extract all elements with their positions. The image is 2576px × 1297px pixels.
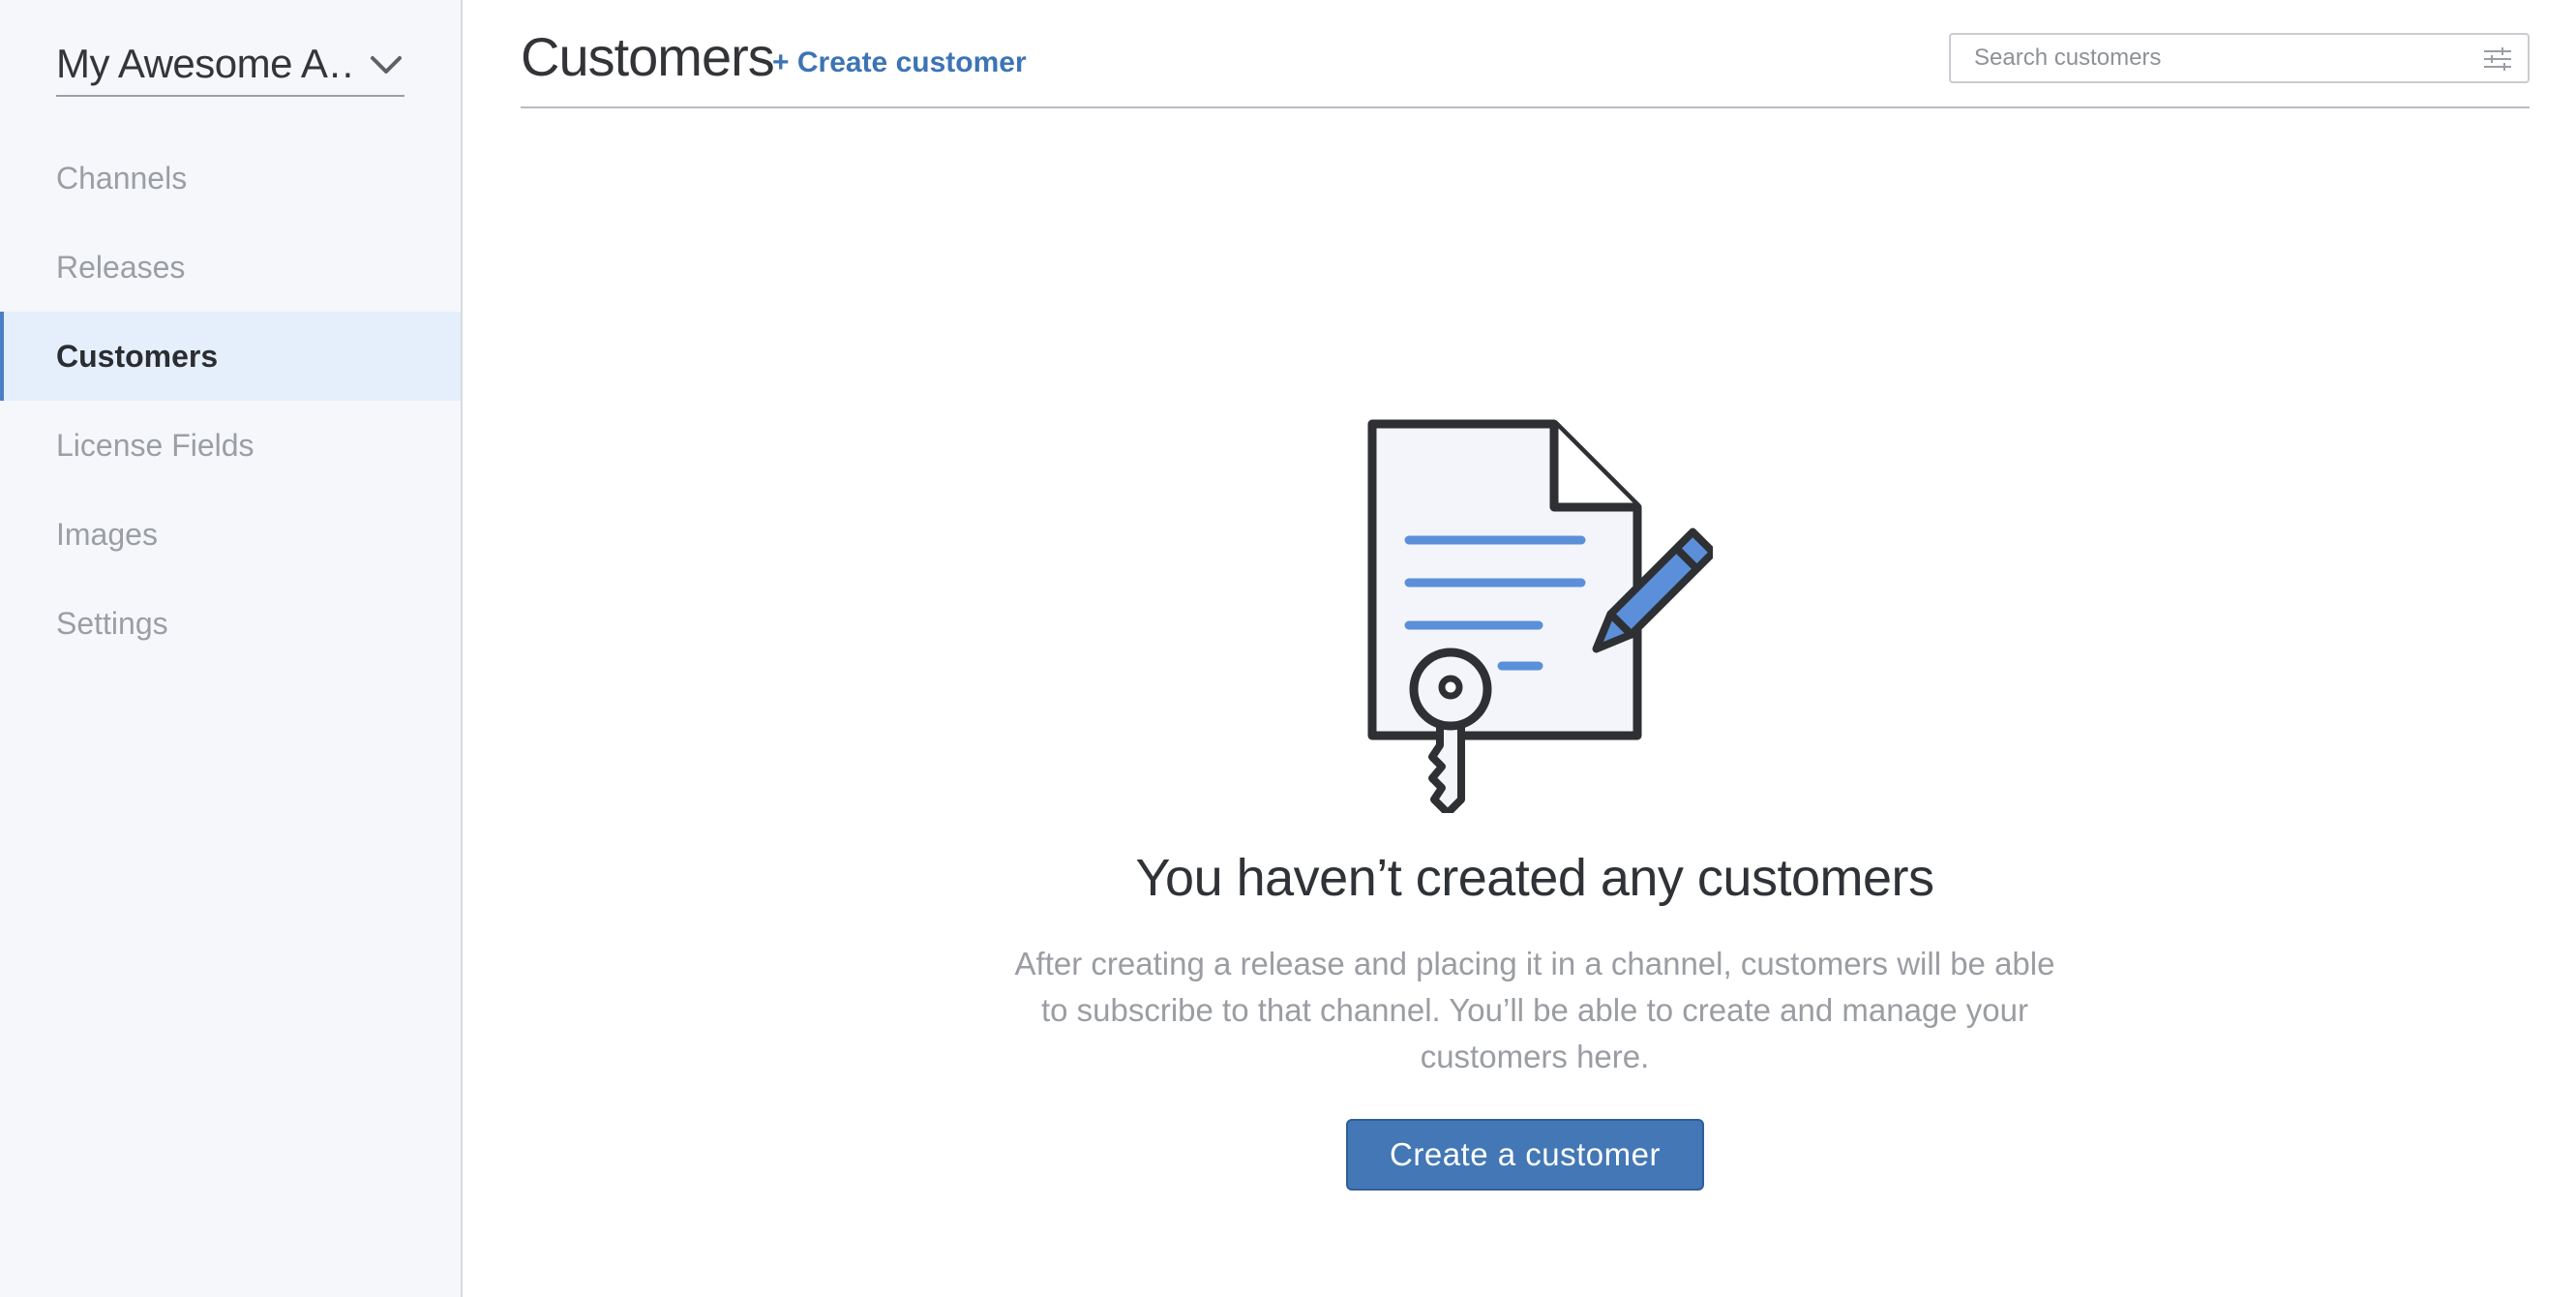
create-customer-button[interactable]: Create a customer — [1346, 1119, 1704, 1191]
sidebar-nav: Channels Releases Customers License Fiel… — [0, 134, 461, 668]
sidebar-item-channels[interactable]: Channels — [0, 134, 461, 223]
sidebar-item-customers[interactable]: Customers — [0, 312, 461, 401]
page-header: Customers + Create customer — [521, 0, 2530, 108]
empty-state-description: After creating a release and placing it … — [1014, 946, 2055, 1074]
sidebar-item-label: Settings — [56, 605, 168, 641]
sidebar-item-settings[interactable]: Settings — [0, 579, 461, 668]
sidebar-item-label: Channels — [56, 160, 188, 196]
license-document-icon — [1367, 419, 1713, 813]
empty-state-title: You haven’t created any customers — [1135, 849, 1934, 907]
app-name: My Awesome A… — [56, 41, 356, 86]
filter-icon[interactable] — [2483, 47, 2512, 71]
sidebar-item-label: License Fields — [56, 427, 255, 463]
chevron-down-icon — [371, 56, 402, 74]
sidebar-item-license-fields[interactable]: License Fields — [0, 401, 461, 490]
search-input[interactable] — [1951, 35, 2528, 81]
sidebar-item-releases[interactable]: Releases — [0, 223, 461, 312]
sidebar: My Awesome A… Channels Releases Customer… — [0, 0, 463, 1297]
create-customer-link[interactable]: + Create customer — [772, 46, 1027, 79]
page-title: Customers — [521, 26, 775, 87]
app-window: My Awesome A… Channels Releases Customer… — [0, 0, 2576, 1297]
search-box — [1949, 33, 2530, 83]
sidebar-item-label: Releases — [56, 249, 186, 285]
sidebar-item-label: Images — [56, 516, 158, 552]
sidebar-item-label: Customers — [56, 338, 219, 374]
app-selector-dropdown[interactable]: My Awesome A… — [56, 33, 404, 97]
sidebar-item-images[interactable]: Images — [0, 490, 461, 579]
main-content: Customers + Create customer Search custo… — [464, 0, 2576, 1297]
